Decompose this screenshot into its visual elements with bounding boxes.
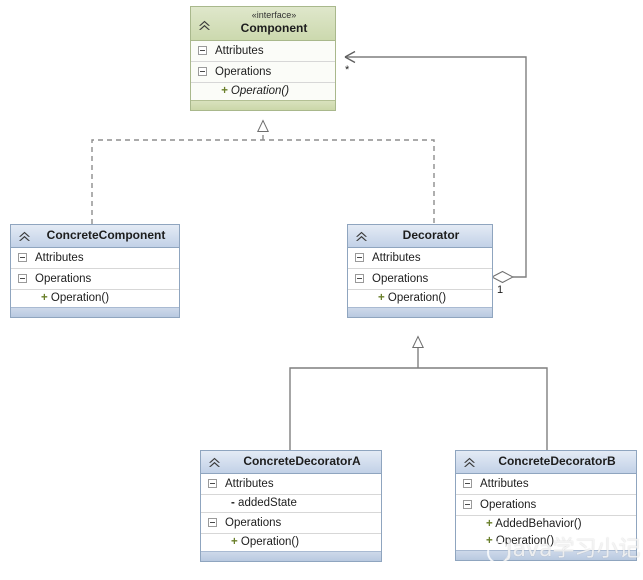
uml-diagram-canvas: Component (dashed) --> Decorator (solid)… [0, 0, 643, 580]
minus-box-icon[interactable] [198, 46, 207, 55]
class-box-decorator[interactable]: Decorator Attributes Operations + Operat… [347, 224, 493, 318]
visibility-marker: + [486, 518, 493, 530]
concrete-decorator-a-body: Attributes - addedState Operations + Ope… [201, 474, 381, 551]
concrete-decorator-a-operations-section[interactable]: Operations [201, 513, 381, 534]
minus-box-icon[interactable] [18, 274, 27, 283]
component-operations-section[interactable]: Operations [191, 62, 335, 83]
member-text: Operation() [387, 292, 447, 304]
member-text: Operation() [50, 292, 110, 304]
concrete-component-attributes-section[interactable]: Attributes [11, 248, 179, 269]
multiplicity-target: * [345, 64, 350, 76]
component-stereotype: «interface» [251, 10, 297, 20]
minus-box-icon[interactable] [355, 253, 364, 262]
concrete-decorator-b-attributes-section[interactable]: Attributes [456, 474, 636, 495]
double-chevron-up-icon [17, 229, 32, 244]
concrete-decorator-b-footer [456, 550, 636, 560]
visibility-marker: + [486, 535, 493, 547]
decorator-header: Decorator [348, 225, 492, 248]
generalization-edges [289, 335, 548, 450]
member-text: Operation() [230, 85, 290, 97]
member-text: Operation() [240, 536, 300, 548]
concrete-component-attributes-label: Attributes [35, 252, 84, 264]
minus-box-icon[interactable] [463, 479, 472, 488]
concrete-decorator-b-header: ConcreteDecoratorB [456, 451, 636, 474]
double-chevron-up-icon [462, 455, 477, 470]
concrete-decorator-a-attribute-row: - addedState [201, 495, 381, 513]
concrete-decorator-a-operation-row: + Operation() [201, 534, 381, 551]
class-box-component[interactable]: «interface» Component Attributes Operati… [190, 6, 336, 111]
component-name: Component [240, 21, 308, 35]
minus-box-icon[interactable] [198, 67, 207, 76]
concrete-component-operations-section[interactable]: Operations [11, 269, 179, 290]
concrete-decorator-a-attributes-label: Attributes [225, 478, 274, 490]
multiplicity-source: 1 [497, 284, 504, 296]
double-chevron-up-icon [207, 455, 222, 470]
concrete-decorator-a-footer [201, 551, 381, 561]
decorator-name: Decorator [402, 228, 460, 242]
concrete-decorator-b-operation-row: + Operation() [456, 533, 636, 550]
concrete-decorator-b-attributes-label: Attributes [480, 478, 529, 490]
visibility-marker: + [378, 292, 385, 304]
concrete-decorator-b-operation-row: + AddedBehavior() [456, 516, 636, 533]
visibility-marker: + [41, 292, 48, 304]
decorator-footer [348, 307, 492, 317]
realization-edges [91, 119, 435, 224]
concrete-component-footer [11, 307, 179, 317]
concrete-decorator-b-name: ConcreteDecoratorB [498, 454, 616, 468]
component-operations-label: Operations [215, 66, 272, 78]
decorator-attributes-label: Attributes [372, 252, 421, 264]
minus-box-icon[interactable] [355, 274, 364, 283]
visibility-marker: - [231, 497, 235, 509]
component-body: Attributes Operations + Operation() [191, 41, 335, 100]
concrete-component-operation-row: + Operation() [11, 290, 179, 307]
class-box-concrete-component[interactable]: ConcreteComponent Attributes Operations … [10, 224, 180, 318]
minus-box-icon[interactable] [18, 253, 27, 262]
concrete-component-operations-label: Operations [35, 273, 92, 285]
component-footer [191, 100, 335, 110]
component-attributes-section[interactable]: Attributes [191, 41, 335, 62]
component-attributes-label: Attributes [215, 45, 264, 57]
double-chevron-up-icon [354, 229, 369, 244]
concrete-decorator-a-attributes-section[interactable]: Attributes [201, 474, 381, 495]
minus-box-icon[interactable] [208, 518, 217, 527]
concrete-component-header: ConcreteComponent [11, 225, 179, 248]
concrete-decorator-a-name: ConcreteDecoratorA [243, 454, 361, 468]
decorator-operations-section[interactable]: Operations [348, 269, 492, 290]
concrete-component-name: ConcreteComponent [46, 228, 166, 242]
concrete-decorator-b-operations-section[interactable]: Operations [456, 495, 636, 516]
component-operation-row: + Operation() [191, 83, 335, 100]
decorator-body: Attributes Operations + Operation() [348, 248, 492, 307]
concrete-decorator-b-operations-label: Operations [480, 499, 537, 511]
member-text: addedState [238, 497, 297, 509]
member-text: Operation() [495, 535, 555, 547]
double-chevron-up-icon [197, 18, 212, 33]
visibility-marker: + [221, 85, 228, 97]
minus-box-icon[interactable] [463, 500, 472, 509]
component-header: «interface» Component [191, 7, 335, 41]
concrete-decorator-a-operations-label: Operations [225, 517, 282, 529]
minus-box-icon[interactable] [208, 479, 217, 488]
decorator-operation-row: + Operation() [348, 290, 492, 307]
concrete-decorator-a-header: ConcreteDecoratorA [201, 451, 381, 474]
concrete-decorator-b-body: Attributes Operations + AddedBehavior() … [456, 474, 636, 550]
decorator-attributes-section[interactable]: Attributes [348, 248, 492, 269]
member-text: AddedBehavior() [495, 518, 582, 530]
decorator-operations-label: Operations [372, 273, 429, 285]
class-box-concrete-decorator-a[interactable]: ConcreteDecoratorA Attributes - addedSta… [200, 450, 382, 562]
visibility-marker: + [231, 536, 238, 548]
class-box-concrete-decorator-b[interactable]: ConcreteDecoratorB Attributes Operations… [455, 450, 637, 561]
concrete-component-body: Attributes Operations + Operation() [11, 248, 179, 307]
